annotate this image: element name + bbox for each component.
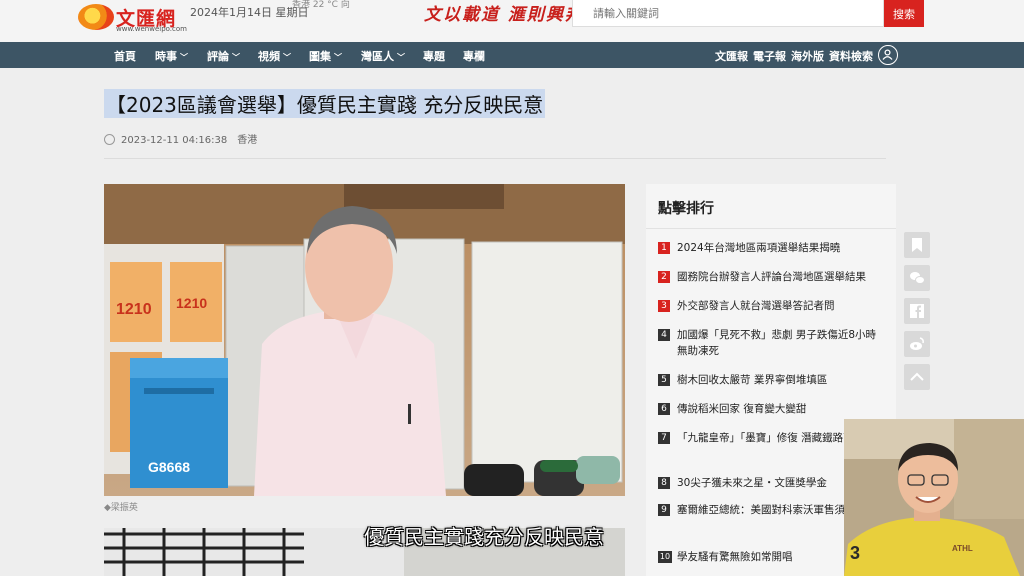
- nav-label: 時事: [155, 50, 177, 63]
- logo-mark-icon: [78, 4, 114, 30]
- rank-number: 6: [658, 403, 670, 415]
- nav-link-wenweipo[interactable]: 文匯報: [715, 48, 748, 64]
- wechat-icon[interactable]: [904, 265, 930, 291]
- svg-text:ATHL: ATHL: [952, 544, 973, 553]
- nav-item-gallery[interactable]: 圖集 ﹀: [309, 48, 342, 64]
- weibo-icon[interactable]: [904, 331, 930, 357]
- logo-url: www.wenweipo.com: [116, 25, 187, 33]
- rank-number: 7: [658, 432, 670, 444]
- photo-caption: ◆梁振英: [104, 503, 138, 513]
- nav-item-columns[interactable]: 專欄: [463, 48, 485, 64]
- rank-number: 5: [658, 374, 670, 386]
- poster-number: 1210: [176, 295, 207, 311]
- article-location: 香港: [237, 135, 258, 146]
- poster-number: 1210: [116, 301, 152, 318]
- clock-icon: [104, 134, 115, 145]
- nav-link-overseas[interactable]: 海外版: [791, 48, 824, 64]
- nav-label: 專欄: [463, 50, 485, 63]
- nav-link-epaper[interactable]: 電子報: [753, 48, 786, 64]
- ranking-item[interactable]: 4 加國爆「見死不救」悲劇 男子跌傷近8小時無助凍死: [658, 327, 883, 359]
- ranking-item-title: 外交部發言人就台灣選舉答記者問: [677, 300, 835, 312]
- rank-number: 2: [658, 271, 670, 283]
- ranking-item-title: 2024年台灣地區兩項選舉結果揭曉: [677, 242, 841, 254]
- article-photo: 1210 1210 G8668: [104, 184, 625, 496]
- rank-number: 3: [658, 300, 670, 312]
- ranking-title: 點擊排行: [658, 201, 714, 217]
- ballot-box-label: G8668: [148, 459, 190, 475]
- divider: [646, 228, 896, 229]
- webcam-overlay: 3 ATHL: [844, 419, 1024, 576]
- chevron-down-icon: ﹀: [180, 53, 188, 62]
- ranking-item-title: 樹木回收太嚴苛 業界寧倒堆填區: [677, 374, 828, 386]
- ranking-item[interactable]: 3 外交部發言人就台灣選舉答記者問: [658, 298, 883, 314]
- chevron-down-icon: ﹀: [232, 53, 240, 62]
- ranking-item-title: 國務院台辦發言人評論台灣地區選舉結果: [677, 271, 866, 283]
- rank-number: 9: [658, 504, 670, 516]
- rank-number: 1: [658, 242, 670, 254]
- nav-item-home[interactable]: 首頁: [114, 48, 136, 64]
- ranking-item-title: 加國爆「見死不救」悲劇 男子跌傷近8小時無助凍死: [677, 329, 877, 357]
- ranking-item[interactable]: 6 傳說稻米回家 復育變大變甜: [658, 401, 883, 417]
- user-icon[interactable]: [878, 45, 898, 65]
- chevron-down-icon: ﹀: [283, 53, 291, 62]
- ranking-item[interactable]: 5 樹木回收太嚴苛 業界寧倒堆填區: [658, 372, 883, 388]
- rank-number: 8: [658, 477, 670, 489]
- article-meta: 2023-12-11 04:16:38 香港: [104, 131, 257, 146]
- site-logo[interactable]: 文匯網 www.wenweipo.com: [78, 2, 188, 34]
- main-nav: 首頁 時事 ﹀ 評論 ﹀ 視頻 ﹀ 圖集 ﹀ 灣區人 ﹀ 專題 專欄 文匯報 電子報 海外…: [0, 42, 1024, 68]
- nav-item-news[interactable]: 時事 ﹀: [155, 48, 188, 64]
- ranking-item[interactable]: 2 國務院台辦發言人評論台灣地區選舉結果: [658, 269, 883, 285]
- header-date: 2024年1月14日 星期日: [190, 6, 309, 19]
- header-weather: 香港 22 °C 向: [292, 0, 350, 10]
- nav-label: 灣區人: [361, 50, 394, 63]
- bookmark-icon[interactable]: [904, 232, 930, 258]
- video-subtitle: 優質民主實踐充分反映民意: [364, 525, 604, 549]
- ranking-item[interactable]: 1 2024年台灣地區兩項選舉結果揭曉: [658, 240, 883, 256]
- back-to-top-icon[interactable]: [904, 364, 930, 390]
- chevron-down-icon: ﹀: [397, 53, 405, 62]
- search-button[interactable]: 搜索: [884, 0, 924, 27]
- article-title: 【2023區議會選舉】優質民主實踐 充分反映民意: [104, 89, 546, 118]
- chevron-down-icon: ﹀: [334, 53, 342, 62]
- rank-number: 10: [658, 551, 672, 563]
- svg-text:3: 3: [850, 543, 860, 563]
- nav-label: 視頻: [258, 50, 280, 63]
- nav-item-video[interactable]: 視頻 ﹀: [258, 48, 291, 64]
- nav-item-bay-area[interactable]: 灣區人 ﹀: [361, 48, 405, 64]
- nav-label: 專題: [423, 50, 445, 63]
- ranking-item-title: 傳說稻米回家 復育變大變甜: [677, 403, 807, 415]
- nav-label: 圖集: [309, 50, 331, 63]
- nav-item-topics[interactable]: 專題: [423, 48, 445, 64]
- facebook-icon[interactable]: [904, 298, 930, 324]
- article-datetime: 2023-12-11 04:16:38: [121, 135, 228, 146]
- nav-label: 首頁: [114, 50, 136, 63]
- top-header: 文匯網 www.wenweipo.com 2024年1月14日 星期日 香港 2…: [0, 0, 1024, 42]
- search-input[interactable]: [572, 0, 884, 27]
- nav-item-opinion[interactable]: 評論 ﹀: [207, 48, 240, 64]
- rank-number: 4: [658, 329, 670, 341]
- calligraphy-slogan: 文以載道 滙則興邦: [424, 5, 584, 25]
- divider: [104, 158, 886, 159]
- nav-label: 評論: [207, 50, 229, 63]
- nav-link-archive[interactable]: 資料檢索: [829, 48, 873, 64]
